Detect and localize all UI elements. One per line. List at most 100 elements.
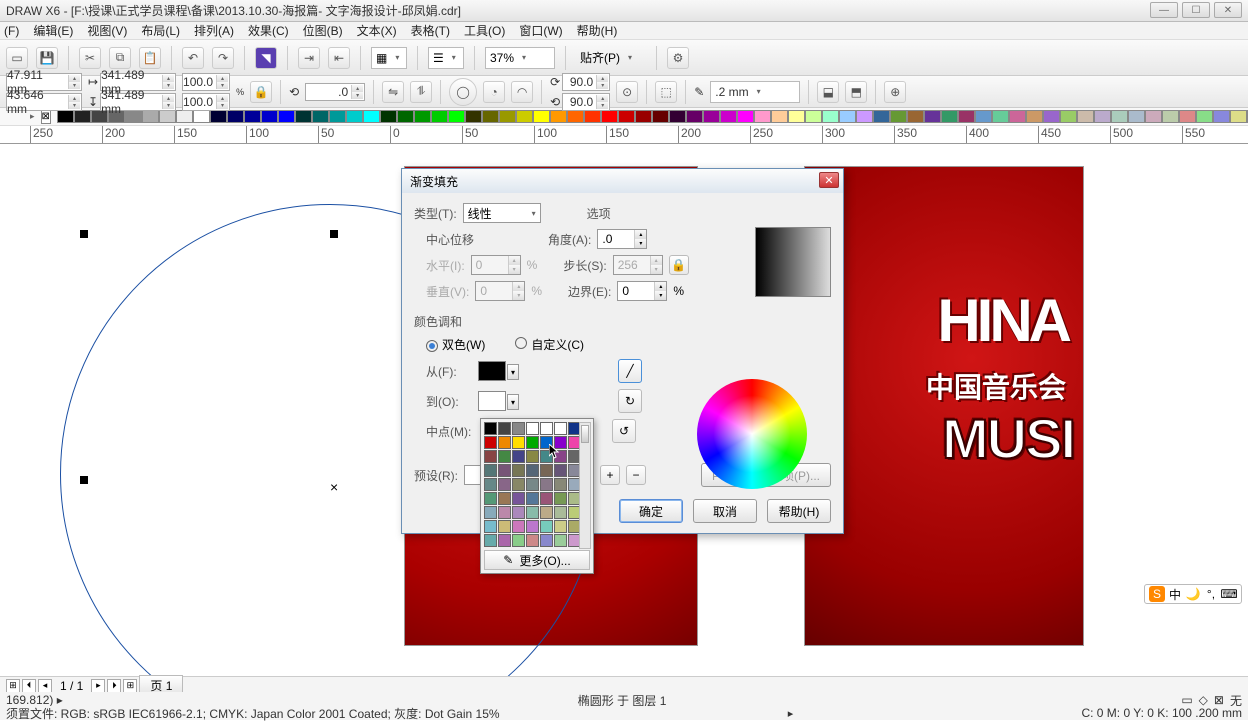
palette-swatch[interactable] [992, 110, 1009, 123]
rotation-field[interactable]: .0▴▾ [305, 83, 365, 101]
palette-swatch[interactable] [958, 110, 975, 123]
lock-step-icon[interactable]: 🔒 [669, 255, 689, 275]
page-add-button[interactable]: ⊞ [123, 679, 137, 693]
menu-text[interactable]: 文本(X) [357, 22, 397, 39]
palette-swatch[interactable] [941, 110, 958, 123]
menu-arrange[interactable]: 排列(A) [194, 22, 234, 39]
menu-layout[interactable]: 布局(L) [141, 22, 180, 39]
mirror-h-icon[interactable]: ⇋ [382, 81, 404, 103]
scale-y-field[interactable]: 100.0▴▾ [182, 93, 230, 111]
redo-icon[interactable]: ↷ [212, 47, 234, 69]
palette-swatch[interactable] [210, 110, 227, 123]
popup-color-swatch[interactable] [554, 534, 567, 547]
popup-color-swatch[interactable] [540, 492, 553, 505]
menu-tools[interactable]: 工具(O) [464, 22, 505, 39]
page-next-button[interactable]: ▸ [91, 679, 105, 693]
convert-icon[interactable]: ⬚ [655, 81, 677, 103]
path-ccw-icon[interactable]: ↺ [612, 419, 636, 443]
popup-color-swatch[interactable] [540, 422, 553, 435]
options-icon[interactable]: ⚙ [667, 47, 689, 69]
ime-toolbar[interactable]: S 中 🌙 °, ⌨ [1144, 584, 1242, 604]
menu-help[interactable]: 帮助(H) [577, 22, 618, 39]
outline-width-combo[interactable]: .2 mm▾ [710, 81, 800, 103]
custom-radio[interactable]: 自定义(C) [515, 336, 584, 353]
palette-swatch[interactable] [1196, 110, 1213, 123]
to-color-swatch[interactable]: ▾ [478, 391, 506, 411]
path-cw-icon[interactable]: ↻ [618, 389, 642, 413]
palette-swatch[interactable] [805, 110, 822, 123]
popup-color-swatch[interactable] [540, 520, 553, 533]
menu-bitmaps[interactable]: 位图(B) [303, 22, 343, 39]
palette-swatch[interactable] [533, 110, 550, 123]
palette-swatch[interactable] [686, 110, 703, 123]
angle1-field[interactable]: 90.0▴▾ [562, 73, 610, 91]
palette-swatch[interactable] [601, 110, 618, 123]
popup-color-swatch[interactable] [484, 534, 497, 547]
palette-swatch[interactable] [856, 110, 873, 123]
palette-swatch[interactable] [839, 110, 856, 123]
palette-swatch[interactable] [1026, 110, 1043, 123]
palette-swatch[interactable] [550, 110, 567, 123]
palette-swatch[interactable] [414, 110, 431, 123]
popup-color-swatch[interactable] [512, 506, 525, 519]
popup-color-swatch[interactable] [498, 478, 511, 491]
scale-x-field[interactable]: 100.0▴▾ [182, 73, 230, 91]
zoom-combo[interactable]: 37%▾ [485, 47, 555, 69]
popup-color-swatch[interactable] [526, 464, 539, 477]
target-icon[interactable]: ⊕ [884, 81, 906, 103]
popup-color-swatch[interactable] [484, 436, 497, 449]
palette-swatch[interactable] [924, 110, 941, 123]
popup-color-swatch[interactable] [512, 450, 525, 463]
palette-swatch[interactable] [431, 110, 448, 123]
popup-color-swatch[interactable] [540, 450, 553, 463]
cut-icon[interactable]: ✂ [79, 47, 101, 69]
palette-swatch[interactable] [618, 110, 635, 123]
popup-color-swatch[interactable] [526, 450, 539, 463]
popup-color-swatch[interactable] [498, 464, 511, 477]
palette-swatch[interactable] [380, 110, 397, 123]
palette-swatch[interactable] [652, 110, 669, 123]
popup-color-swatch[interactable] [526, 492, 539, 505]
popup-color-swatch[interactable] [526, 478, 539, 491]
cancel-button[interactable]: 取消 [693, 499, 757, 523]
two-color-radio[interactable]: 双色(W) [426, 336, 485, 353]
palette-swatch[interactable] [822, 110, 839, 123]
menu-table[interactable]: 表格(T) [411, 22, 450, 39]
selection-handle[interactable] [80, 230, 88, 238]
popup-color-swatch[interactable] [554, 506, 567, 519]
popup-color-swatch[interactable] [484, 506, 497, 519]
palette-swatch[interactable] [74, 110, 91, 123]
tool-icon[interactable]: ◥ [255, 47, 277, 69]
popup-color-swatch[interactable] [498, 436, 511, 449]
wrap-icon[interactable]: ⬓ [817, 81, 839, 103]
front-icon[interactable]: ⬒ [845, 81, 867, 103]
menu-window[interactable]: 窗口(W) [519, 22, 562, 39]
ime-sogou-icon[interactable]: S [1149, 586, 1165, 602]
palette-swatch[interactable] [1111, 110, 1128, 123]
palette-swatch[interactable] [312, 110, 329, 123]
palette-swatch[interactable] [788, 110, 805, 123]
palette-swatch[interactable] [363, 110, 380, 123]
selection-handle[interactable] [80, 476, 88, 484]
popup-color-swatch[interactable] [498, 422, 511, 435]
palette-swatch[interactable] [261, 110, 278, 123]
popup-scrollbar[interactable] [579, 422, 591, 549]
palette-swatch[interactable] [159, 110, 176, 123]
popup-color-swatch[interactable] [512, 436, 525, 449]
palette-swatch[interactable] [703, 110, 720, 123]
ime-keyboard-icon[interactable]: ⌨ [1221, 586, 1237, 602]
ok-button[interactable]: 确定 [619, 499, 683, 523]
page-prev2-button[interactable]: ◂ [38, 679, 52, 693]
menu-file[interactable]: (F) [4, 24, 19, 38]
palette-swatch[interactable] [1077, 110, 1094, 123]
popup-color-swatch[interactable] [554, 422, 567, 435]
palette-swatch[interactable] [295, 110, 312, 123]
popup-color-swatch[interactable] [484, 478, 497, 491]
palette-swatch[interactable] [482, 110, 499, 123]
palette-swatch[interactable] [1179, 110, 1196, 123]
palette-swatch[interactable] [754, 110, 771, 123]
popup-color-swatch[interactable] [554, 464, 567, 477]
palette-swatch[interactable] [1094, 110, 1111, 123]
palette-swatch[interactable] [1213, 110, 1230, 123]
popup-color-swatch[interactable] [540, 478, 553, 491]
